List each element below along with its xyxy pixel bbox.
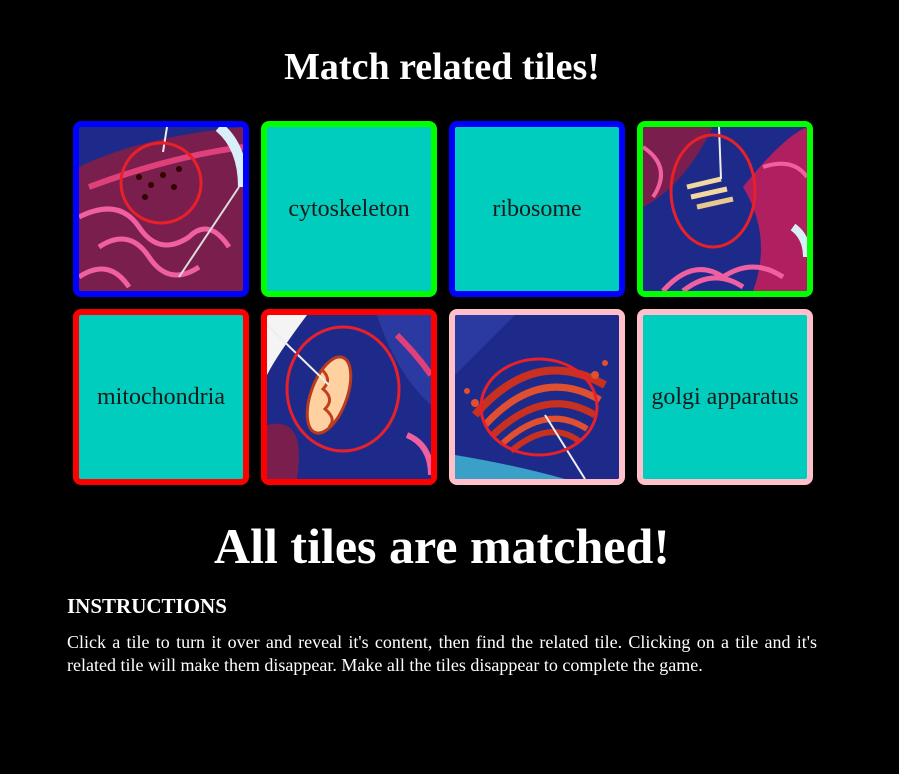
tile-cytoskeleton-label[interactable]: cytoskeleton bbox=[261, 121, 437, 297]
page-title: Match related tiles! bbox=[284, 46, 600, 88]
cytoskeleton-diagram-icon bbox=[643, 127, 807, 291]
tile-label: cytoskeleton bbox=[288, 195, 410, 222]
tile-ribosome-image[interactable] bbox=[73, 121, 249, 297]
tile-grid: cytoskeleton ribosome mitochondria golgi… bbox=[73, 121, 813, 485]
tile-label: golgi apparatus bbox=[651, 383, 799, 410]
tile-golgi-image[interactable] bbox=[449, 309, 625, 485]
tile-golgi-label[interactable]: golgi apparatus bbox=[637, 309, 813, 485]
instructions-text: Click a tile to turn it over and reveal … bbox=[67, 632, 817, 675]
tile-mitochondria-label[interactable]: mitochondria bbox=[73, 309, 249, 485]
golgi-apparatus-diagram-icon bbox=[455, 315, 619, 479]
tile-ribosome-label[interactable]: ribosome bbox=[449, 121, 625, 297]
instructions-heading: INSTRUCTIONS bbox=[67, 594, 227, 618]
tile-label: ribosome bbox=[492, 195, 582, 222]
ribosome-diagram-icon bbox=[79, 127, 243, 291]
mitochondria-diagram-icon bbox=[267, 315, 431, 479]
game-page: Match related tiles! cytoskeleton riboso… bbox=[0, 0, 899, 774]
tile-mitochondria-image[interactable] bbox=[261, 309, 437, 485]
tile-label: mitochondria bbox=[97, 383, 225, 410]
completion-message: All tiles are matched! bbox=[214, 518, 670, 574]
tile-cytoskeleton-image[interactable] bbox=[637, 121, 813, 297]
